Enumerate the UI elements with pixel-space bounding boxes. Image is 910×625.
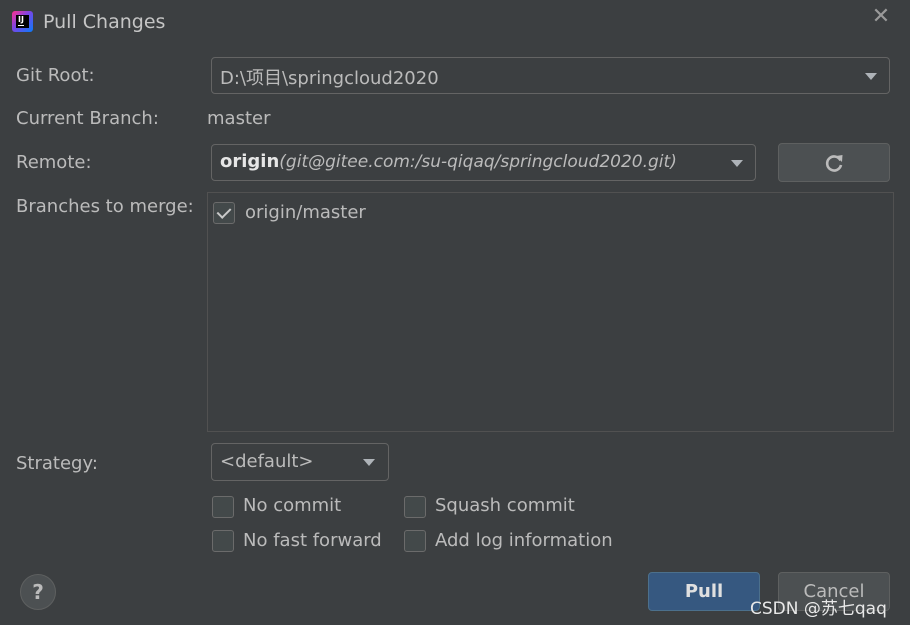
- no-commit-checkbox[interactable]: [212, 496, 234, 518]
- title-bar: IJ Pull Changes ✕: [0, 0, 910, 44]
- remote-value: origin(git@gitee.com:/su-qiqaq/springclo…: [220, 151, 677, 172]
- no-commit-label: No commit: [243, 495, 342, 516]
- squash-commit-label: Squash commit: [435, 495, 575, 516]
- branches-to-merge-label: Branches to merge:: [16, 196, 194, 217]
- no-fast-forward-checkbox[interactable]: [212, 530, 234, 552]
- no-fast-forward-label: No fast forward: [243, 530, 382, 551]
- csdn-watermark: CSDN @苏七qaq: [750, 599, 887, 619]
- refresh-icon: [825, 155, 843, 172]
- strategy-value: <default>: [220, 451, 314, 472]
- git-root-label: Git Root:: [16, 65, 95, 86]
- git-root-value: D:\项目\springcloud2020: [220, 68, 439, 89]
- chevron-down-icon: [731, 160, 743, 167]
- git-root-combobox[interactable]: D:\项目\springcloud2020: [211, 57, 890, 94]
- dialog-title: Pull Changes: [43, 11, 166, 33]
- refresh-remotes-button[interactable]: [778, 143, 890, 182]
- strategy-label: Strategy:: [16, 453, 98, 474]
- add-log-information-checkbox[interactable]: [404, 530, 426, 552]
- remote-label: Remote:: [16, 152, 92, 173]
- help-icon: ?: [32, 580, 44, 604]
- remote-combobox[interactable]: origin(git@gitee.com:/su-qiqaq/springclo…: [211, 144, 756, 181]
- chevron-down-icon: [865, 73, 877, 80]
- help-button[interactable]: ?: [20, 574, 56, 610]
- branch-label: origin/master: [245, 202, 366, 223]
- branches-list[interactable]: origin/master: [207, 192, 894, 432]
- squash-commit-checkbox[interactable]: [404, 496, 426, 518]
- pull-button[interactable]: Pull: [648, 572, 760, 611]
- strategy-combobox[interactable]: <default>: [211, 443, 389, 481]
- branch-checkbox[interactable]: [213, 202, 235, 224]
- remote-url: (git@gitee.com:/su-qiqaq/springcloud2020…: [279, 152, 677, 172]
- remote-name: origin: [220, 151, 280, 172]
- add-log-information-label: Add log information: [435, 530, 613, 551]
- current-branch-label: Current Branch:: [16, 108, 159, 129]
- intellij-idea-icon: IJ: [12, 11, 33, 32]
- chevron-down-icon: [363, 459, 375, 466]
- close-icon[interactable]: ✕: [870, 6, 892, 28]
- current-branch-value: master: [207, 108, 271, 129]
